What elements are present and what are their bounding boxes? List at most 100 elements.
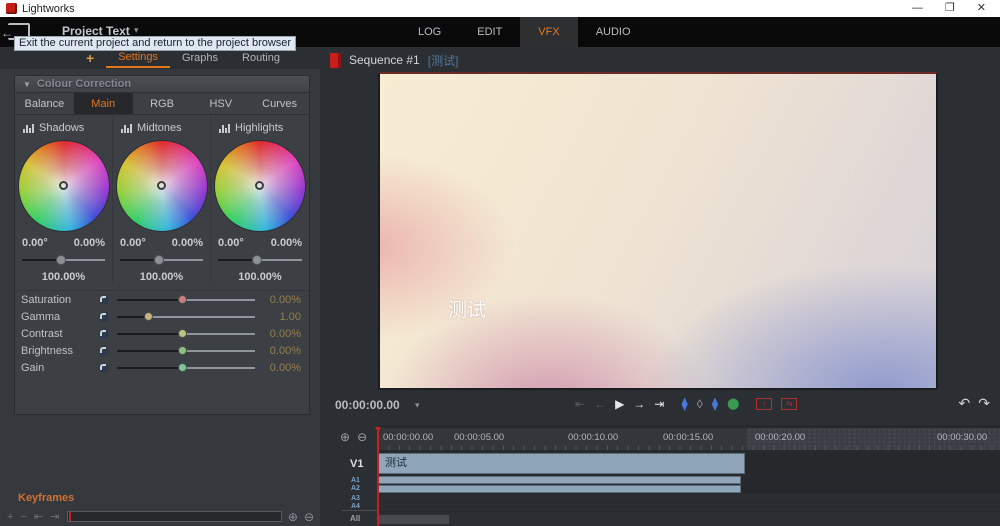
video-clip[interactable]: 测试 — [378, 453, 745, 474]
zoom-out-icon[interactable]: ⊖ — [304, 510, 314, 524]
add-keyframe-button[interactable]: + — [7, 511, 13, 523]
slider-thumb[interactable] — [178, 363, 187, 372]
colour-correction-header[interactable]: ▼ Colour Correction — [15, 76, 309, 93]
mark-out-icon[interactable]: ⧫ — [712, 395, 718, 413]
maximize-button[interactable]: ❐ — [945, 0, 955, 17]
audio-clip[interactable] — [378, 476, 741, 484]
track-label-a3[interactable]: A3 — [351, 495, 360, 502]
shadows-colour-wheel[interactable] — [19, 141, 109, 231]
sequence-title[interactable]: Sequence #1 — [349, 53, 420, 67]
tab-rgb[interactable]: RGB — [133, 93, 192, 114]
slider-thumb[interactable] — [252, 255, 262, 265]
keyframe-indicator-icon[interactable]: ⬤ — [727, 395, 739, 413]
track-label-v1[interactable]: V1 — [350, 458, 363, 470]
go-to-start-button[interactable]: ⇤ — [575, 395, 585, 413]
zoom-in-icon[interactable]: ⊕ — [340, 431, 350, 443]
go-to-end-button[interactable]: ⇥ — [654, 395, 664, 413]
prev-keyframe-button[interactable]: ⇤ — [34, 510, 43, 523]
mark-in-icon[interactable]: ⧫ — [681, 395, 687, 413]
highlights-luma-slider[interactable] — [218, 253, 302, 267]
remove-section-button[interactable]: ↑ — [756, 398, 772, 410]
tab-curves[interactable]: Curves — [250, 93, 309, 114]
chevron-down-icon[interactable]: ▾ — [415, 400, 420, 411]
audio-track-a4[interactable] — [378, 503, 1000, 511]
play-button[interactable]: ▶ — [615, 395, 624, 413]
slider-thumb[interactable] — [154, 255, 164, 265]
track-label-a4[interactable]: A4 — [351, 503, 360, 510]
wheel-cursor[interactable] — [255, 181, 264, 190]
audio-clip[interactable] — [378, 485, 741, 493]
lightworks-logo-icon — [6, 3, 17, 14]
shadows-luma-slider[interactable] — [22, 253, 105, 267]
chevron-down-icon[interactable]: ▾ — [134, 25, 139, 36]
sat-value: 0.00% — [172, 237, 203, 249]
viewer-header: Sequence #1 [测试] — [330, 52, 458, 68]
reset-icon[interactable] — [99, 295, 109, 305]
zoom-in-icon[interactable]: ⊕ — [288, 510, 298, 524]
step-forward-button[interactable]: → — [633, 395, 645, 413]
gain-slider[interactable] — [117, 362, 255, 374]
join-section-button[interactable]: ⇆ — [781, 398, 797, 410]
reset-icon[interactable] — [99, 363, 109, 373]
gain-row: Gain 0.00% — [15, 359, 309, 376]
brightness-slider[interactable] — [117, 345, 255, 357]
close-button[interactable]: ✕ — [977, 0, 986, 17]
reset-icon[interactable] — [99, 329, 109, 339]
audio-track-a2[interactable] — [378, 485, 1000, 493]
colour-correction-tabs: Balance Main RGB HSV Curves — [15, 93, 309, 115]
playhead[interactable] — [377, 427, 379, 526]
track-label-all[interactable]: All — [350, 514, 360, 523]
redo-button[interactable]: ↷ — [978, 395, 990, 412]
slider-thumb[interactable] — [144, 312, 153, 321]
reset-icon[interactable] — [99, 346, 109, 356]
unmark-icon[interactable]: ◊ — [697, 395, 703, 413]
tab-edit[interactable]: EDIT — [459, 17, 520, 47]
tab-vfx[interactable]: VFX — [520, 17, 577, 47]
tab-balance[interactable]: Balance — [15, 93, 74, 114]
sat-value: 0.00% — [271, 237, 302, 249]
collapse-icon[interactable]: ▼ — [23, 80, 31, 89]
track-label-a2[interactable]: A2 — [351, 485, 360, 492]
tab-graphs[interactable]: Graphs — [170, 49, 230, 67]
timecode-display[interactable]: 00:00:00.00 — [335, 398, 400, 412]
midtones-colour-wheel[interactable] — [117, 141, 207, 231]
tab-routing[interactable]: Routing — [230, 49, 292, 67]
zoom-out-icon[interactable]: ⊖ — [357, 431, 367, 443]
horizontal-scrollbar[interactable] — [379, 515, 449, 524]
undo-redo-group: ↶ ↷ — [959, 395, 990, 412]
saturation-slider[interactable] — [117, 294, 255, 306]
track-label-a1[interactable]: A1 — [351, 477, 360, 484]
remove-keyframe-button[interactable]: − — [20, 511, 26, 523]
slider-thumb[interactable] — [178, 295, 187, 304]
reset-icon[interactable] — [99, 312, 109, 322]
tab-settings[interactable]: Settings — [106, 48, 170, 68]
contrast-slider[interactable] — [117, 328, 255, 340]
keyframe-playhead[interactable] — [69, 512, 71, 521]
tab-audio[interactable]: AUDIO — [578, 17, 649, 47]
timeline-ruler[interactable]: 00:00:00.00 00:00:05.00 00:00:10.00 00:0… — [378, 428, 1000, 450]
wheel-cursor[interactable] — [157, 181, 166, 190]
tab-log[interactable]: LOG — [400, 17, 459, 47]
keyframe-timeline[interactable] — [67, 511, 282, 522]
undo-button[interactable]: ↶ — [959, 395, 971, 412]
wheel-cursor[interactable] — [59, 181, 68, 190]
highlights-colour-wheel[interactable] — [215, 141, 305, 231]
video-viewer[interactable]: 测试 — [378, 72, 938, 390]
audio-track-a3[interactable] — [378, 494, 1000, 502]
sequence-icon — [330, 53, 341, 68]
audio-track-a1[interactable] — [378, 476, 1000, 484]
brightness-row: Brightness 0.00% — [15, 342, 309, 359]
slider-thumb[interactable] — [178, 346, 187, 355]
add-effect-button[interactable]: + — [86, 50, 94, 66]
step-back-button[interactable]: ← — [594, 395, 606, 413]
minimize-button[interactable]: — — [912, 0, 923, 17]
slider-value: 0.00% — [255, 362, 301, 374]
slider-thumb[interactable] — [178, 329, 187, 338]
next-keyframe-button[interactable]: ⇥ — [50, 510, 59, 523]
video-track-v1[interactable]: 测试 — [378, 453, 1000, 474]
tab-hsv[interactable]: HSV — [191, 93, 250, 114]
midtones-luma-slider[interactable] — [120, 253, 203, 267]
slider-thumb[interactable] — [56, 255, 66, 265]
gamma-slider[interactable] — [117, 311, 255, 323]
tab-main[interactable]: Main — [74, 93, 133, 114]
